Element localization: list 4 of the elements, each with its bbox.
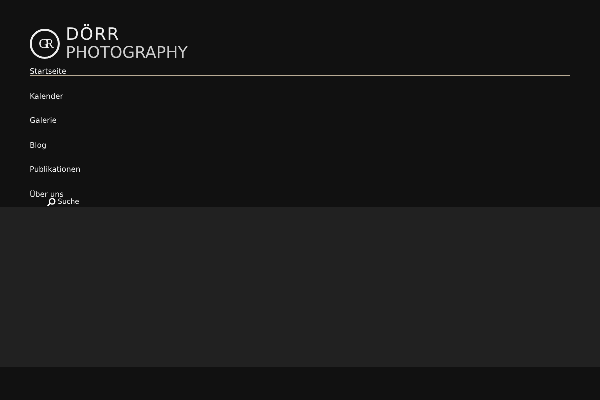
logo-text: PHOTOGRAPHY <box>66 44 188 61</box>
logo-monogram: GR <box>30 29 60 59</box>
search-icon <box>47 198 56 206</box>
logo-text: DÖRR <box>66 27 122 44</box>
